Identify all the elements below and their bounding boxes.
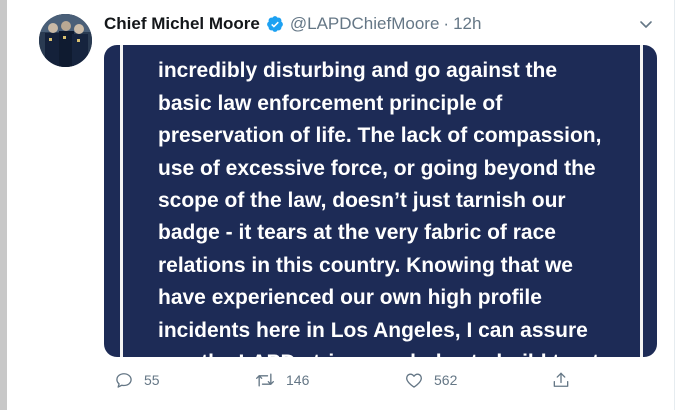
author-display-name[interactable]: Chief Michel Moore <box>104 14 260 34</box>
statement-line: use of excessive force, or going beyond … <box>158 156 596 180</box>
author-handle[interactable]: @LAPDChiefMoore <box>290 14 440 34</box>
image-statement-text: The actions I watched in the video were … <box>158 45 628 357</box>
statement-line: have experienced our own high profile <box>158 286 542 310</box>
statement-line: you the LAPD strives each day to build t… <box>158 347 628 357</box>
chevron-down-icon[interactable] <box>638 16 654 32</box>
retweet-icon <box>254 370 276 390</box>
avatar[interactable] <box>39 14 92 67</box>
statement-line: badge - it tears at the very fabric of r… <box>158 221 556 245</box>
statement-line: incidents here in Los Angeles, I can ass… <box>158 318 588 342</box>
statement-line: scope of the law, doesn’t just tarnish o… <box>158 188 566 212</box>
tweet-header: Chief Michel Moore @LAPDChiefMoore · 12h <box>104 13 481 35</box>
tweet-actions: 55 146 562 <box>104 368 574 392</box>
image-left-rule <box>120 45 123 357</box>
left-scrollbar-edge <box>0 0 7 410</box>
like-button[interactable]: 562 <box>404 368 457 392</box>
tweet-timestamp[interactable]: 12h <box>453 14 481 34</box>
verified-badge-icon <box>266 15 284 33</box>
retweet-count: 146 <box>286 372 310 388</box>
retweet-button[interactable]: 146 <box>254 368 309 392</box>
statement-line: preservation of life. The lack of compas… <box>158 124 602 148</box>
right-edge <box>674 0 693 410</box>
share-button[interactable] <box>551 368 571 392</box>
reply-count: 55 <box>144 372 160 388</box>
header-separator: · <box>443 14 450 33</box>
tweet-image[interactable]: The actions I watched in the video were … <box>104 45 657 357</box>
statement-line: incredibly disturbing and go against the <box>158 59 558 83</box>
statement-line: relations in this country. Knowing that … <box>158 253 573 277</box>
statement-line: The actions I watched in the video were <box>158 45 628 55</box>
reply-button[interactable]: 55 <box>114 368 160 392</box>
statement-line: basic law enforcement principle of <box>158 91 503 115</box>
image-right-rule <box>640 45 643 357</box>
reply-icon <box>114 370 134 390</box>
share-icon <box>551 370 571 390</box>
tweet[interactable]: Chief Michel Moore @LAPDChiefMoore · 12h… <box>7 0 674 410</box>
like-count: 562 <box>434 372 458 388</box>
heart-icon <box>404 370 424 390</box>
